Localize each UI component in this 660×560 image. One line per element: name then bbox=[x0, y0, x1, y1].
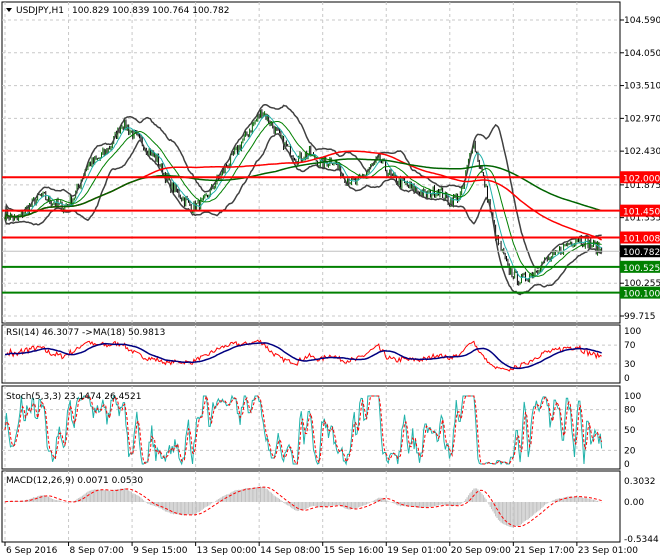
rsi-tick-label: 70 bbox=[624, 341, 636, 351]
chart-window: 6 Sep 2016 8 Sep 07:00 9 Sep 15:00 13 Sep 0… bbox=[0, 0, 660, 560]
rsi-title: RSI(14) 46.3077 ->MA(18) 50.9813 bbox=[6, 328, 165, 338]
stoch-tick-label: 50 bbox=[624, 426, 636, 436]
level-label: 101.450 bbox=[623, 208, 660, 218]
x-tick-label: 15 Sep 16:00 bbox=[324, 546, 384, 556]
rsi-tick-label: 30 bbox=[624, 360, 636, 370]
ohlc-values: 100.829 100.839 100.764 100.782 bbox=[72, 6, 229, 16]
macd-title: MACD(12,26,9) 0.0071 0.0530 bbox=[6, 476, 143, 486]
stoch-title: Stoch(5,3,3) 23.1474 26.4521 bbox=[6, 392, 141, 402]
macd-tick-label: 0.00 bbox=[624, 498, 644, 508]
x-tick-label: 13 Sep 00:00 bbox=[197, 546, 257, 556]
level-label: 101.008 bbox=[623, 234, 660, 244]
price-tick-label: 104.050 bbox=[624, 49, 660, 59]
stoch-tick-label: 0 bbox=[624, 460, 630, 470]
stoch-tick-label: 80 bbox=[624, 406, 636, 416]
x-tick-label: 9 Sep 15:00 bbox=[133, 546, 188, 556]
level-label: 102.000 bbox=[623, 174, 660, 184]
x-tick-label: 14 Sep 08:00 bbox=[260, 546, 320, 556]
price-tick-label: 102.970 bbox=[624, 114, 660, 124]
x-tick-label: 19 Sep 01:00 bbox=[387, 546, 447, 556]
macd-tick-label: 0.3032 bbox=[624, 477, 656, 487]
x-tick-label: 20 Sep 09:00 bbox=[451, 546, 511, 556]
price-tick-label: 99.715 bbox=[624, 312, 656, 322]
price-tick-label: 104.590 bbox=[624, 16, 660, 26]
price-tick-label: 102.430 bbox=[624, 147, 660, 157]
level-label: 100.100 bbox=[623, 290, 660, 300]
x-tick-label: 21 Sep 17:00 bbox=[514, 546, 574, 556]
chart-canvas[interactable]: 6 Sep 2016 8 Sep 07:00 9 Sep 15:00 13 Sep 0… bbox=[0, 0, 660, 560]
level-label: 100.525 bbox=[623, 264, 660, 274]
rsi-tick-label: 100 bbox=[624, 327, 641, 337]
symbol-title: USDJPY,H1 bbox=[16, 6, 64, 16]
x-tick-label: 23 Sep 01:00 bbox=[578, 546, 638, 556]
rsi-tick-label: 0 bbox=[624, 374, 630, 384]
stoch-tick-label: 100 bbox=[624, 392, 641, 402]
price-tick-label: 103.510 bbox=[624, 82, 660, 92]
x-tick-label: 8 Sep 07:00 bbox=[70, 546, 125, 556]
stoch-tick-label: 20 bbox=[624, 446, 636, 456]
current-price-label: 100.782 bbox=[623, 248, 660, 258]
x-tick-label: 6 Sep 2016 bbox=[6, 546, 58, 556]
macd-tick-label: -0.5344 bbox=[624, 535, 659, 545]
